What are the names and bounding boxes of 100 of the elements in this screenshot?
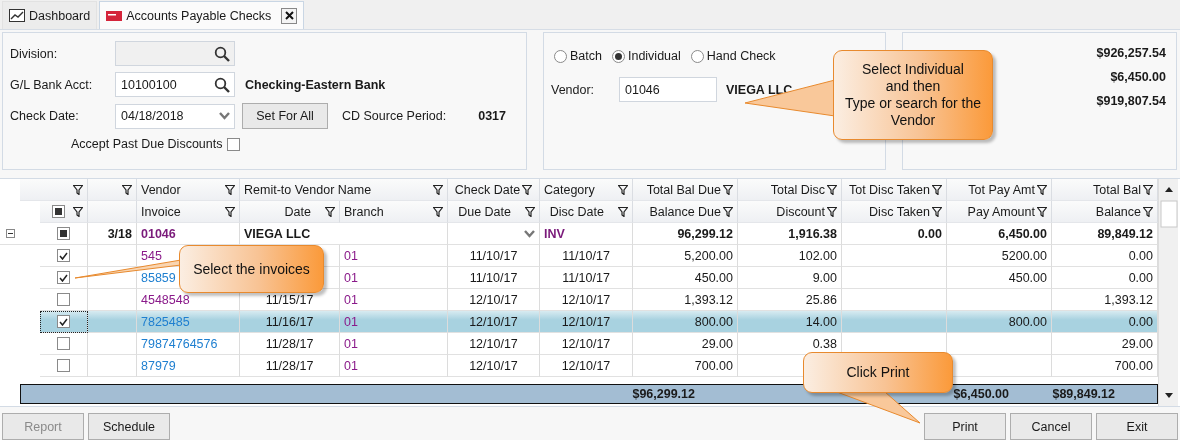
filter-icon[interactable]: [325, 206, 335, 217]
amount: $6,450.00: [1110, 70, 1166, 84]
collapse-button[interactable]: [5, 229, 15, 238]
column-header[interactable]: Disc Date: [540, 201, 633, 223]
filter-icon[interactable]: [1037, 184, 1047, 195]
table-cell: 102.00: [738, 245, 842, 267]
table-cell: 700.00: [633, 355, 738, 377]
filter-icon[interactable]: [723, 184, 733, 195]
filter-icon[interactable]: [522, 184, 533, 195]
filter-icon[interactable]: [1143, 206, 1153, 217]
filter-icon[interactable]: [723, 206, 733, 217]
filter-icon[interactable]: [122, 184, 132, 195]
filter-icon[interactable]: [827, 184, 837, 195]
filter-icon[interactable]: [73, 206, 83, 217]
invoice-link[interactable]: 79874764576: [137, 333, 240, 355]
filter-icon[interactable]: [932, 184, 942, 195]
footer-button[interactable]: Cancel: [1010, 413, 1092, 440]
field-label: G/L Bank Acct:: [10, 77, 94, 92]
vendor-field[interactable]: 01046: [619, 77, 717, 102]
checkbox[interactable]: [57, 293, 70, 306]
bank-account-field[interactable]: 10100100: [115, 72, 235, 97]
footer-button[interactable]: Print: [924, 413, 1006, 440]
filter-icon[interactable]: [1037, 206, 1047, 217]
column-header[interactable]: Vendor: [137, 179, 240, 201]
checkbox[interactable]: [57, 227, 70, 240]
division-field[interactable]: [115, 41, 235, 66]
tab[interactable]: Dashboard: [2, 1, 98, 29]
table-cell: 96,299.12: [633, 223, 738, 245]
checkbox[interactable]: [57, 249, 70, 262]
checkbox[interactable]: [57, 271, 70, 284]
checkbox[interactable]: [52, 205, 65, 218]
invoice-link[interactable]: 87979: [137, 355, 240, 377]
filter-icon[interactable]: [525, 206, 535, 217]
bank-account-name: Checking-Eastern Bank: [244, 77, 387, 92]
column-header[interactable]: Balance Due: [633, 201, 738, 223]
table-cell: 12/10/17: [448, 355, 540, 377]
column-header[interactable]: Category: [540, 179, 633, 201]
column-header[interactable]: Invoice: [137, 201, 240, 223]
tab[interactable]: Accounts Payable Checks: [99, 1, 305, 29]
column-header[interactable]: Discount: [738, 201, 842, 223]
filter-icon[interactable]: [433, 184, 443, 195]
table-cell: 11/10/17: [540, 245, 633, 267]
close-button[interactable]: [281, 7, 298, 24]
callout: Select Individual and then Type or search for the Vendor: [833, 50, 993, 140]
column-header[interactable]: Total Bal: [1052, 179, 1158, 201]
filter-icon[interactable]: [433, 206, 443, 217]
table-cell: 01: [340, 311, 448, 333]
table-cell: 450.00: [633, 267, 738, 289]
filter-icon[interactable]: [618, 184, 628, 195]
scrollbar[interactable]: [1158, 179, 1178, 406]
column-header[interactable]: Date: [240, 201, 340, 223]
table-cell: 1,916.38: [738, 223, 842, 245]
radio-button[interactable]: [554, 49, 567, 63]
filter-icon[interactable]: [225, 206, 235, 217]
search-icon[interactable]: [214, 76, 230, 93]
search-icon[interactable]: [214, 45, 230, 62]
column-header[interactable]: Total Bal Due: [633, 179, 738, 201]
chevron-down-icon[interactable]: [219, 112, 230, 120]
tab-label: Accounts Payable Checks: [126, 8, 272, 23]
field-label: CD Source Period:: [342, 109, 447, 123]
checkbox-label: Accept Past Due Discounts: [71, 137, 223, 151]
check-date-field[interactable]: 04/18/2018: [115, 103, 235, 129]
filter-icon[interactable]: [225, 184, 235, 195]
chevron-down-icon[interactable]: [524, 229, 535, 238]
column-header[interactable]: Branch: [340, 201, 448, 223]
column-header[interactable]: Tot Disc Taken: [842, 179, 947, 201]
column-header[interactable]: [40, 201, 88, 223]
filter-icon[interactable]: [618, 206, 628, 217]
column-header[interactable]: Balance: [1052, 201, 1158, 223]
field-label: Division:: [10, 46, 59, 61]
filter-icon[interactable]: [932, 206, 942, 217]
close-icon[interactable]: [284, 11, 294, 20]
table-cell: 11/28/17: [240, 355, 340, 377]
radio-label: Hand Check: [706, 49, 776, 63]
column-header[interactable]: Disc Taken: [842, 201, 947, 223]
footer-button[interactable]: Schedule: [88, 413, 170, 440]
checkbox[interactable]: [57, 359, 70, 372]
column-header[interactable]: Total Disc: [738, 179, 842, 201]
column-header[interactable]: Pay Amount: [947, 201, 1052, 223]
table-cell: 14.00: [738, 311, 842, 333]
table-cell: 29.00: [633, 333, 738, 355]
table-cell: 01: [340, 245, 448, 267]
table-cell: 12/10/17: [540, 333, 633, 355]
checkbox[interactable]: [57, 337, 70, 350]
group-category: INV: [540, 223, 633, 245]
radio-button[interactable]: [690, 49, 704, 63]
footer-button[interactable]: Exit: [1096, 413, 1178, 440]
column-header[interactable]: Due Date: [448, 201, 540, 223]
table-cell: 11/10/17: [448, 245, 540, 267]
column-header[interactable]: Remit-to Vendor Name: [240, 179, 448, 201]
checkbox[interactable]: [57, 315, 70, 328]
column-header[interactable]: Tot Pay Amt: [947, 179, 1052, 201]
filter-icon[interactable]: [73, 184, 83, 195]
selected-row[interactable]: 7825485 11/16/17 01 12/10/17 12/10/17 800.00 14.00 800.00 0.00: [0, 311, 1158, 333]
column-header[interactable]: Check Date: [448, 179, 540, 201]
checkbox[interactable]: [227, 137, 241, 151]
radio-button[interactable]: [611, 49, 625, 63]
filter-icon[interactable]: [827, 206, 837, 217]
filter-icon[interactable]: [1143, 184, 1153, 195]
set-for-all-button[interactable]: Set For All: [242, 103, 328, 129]
